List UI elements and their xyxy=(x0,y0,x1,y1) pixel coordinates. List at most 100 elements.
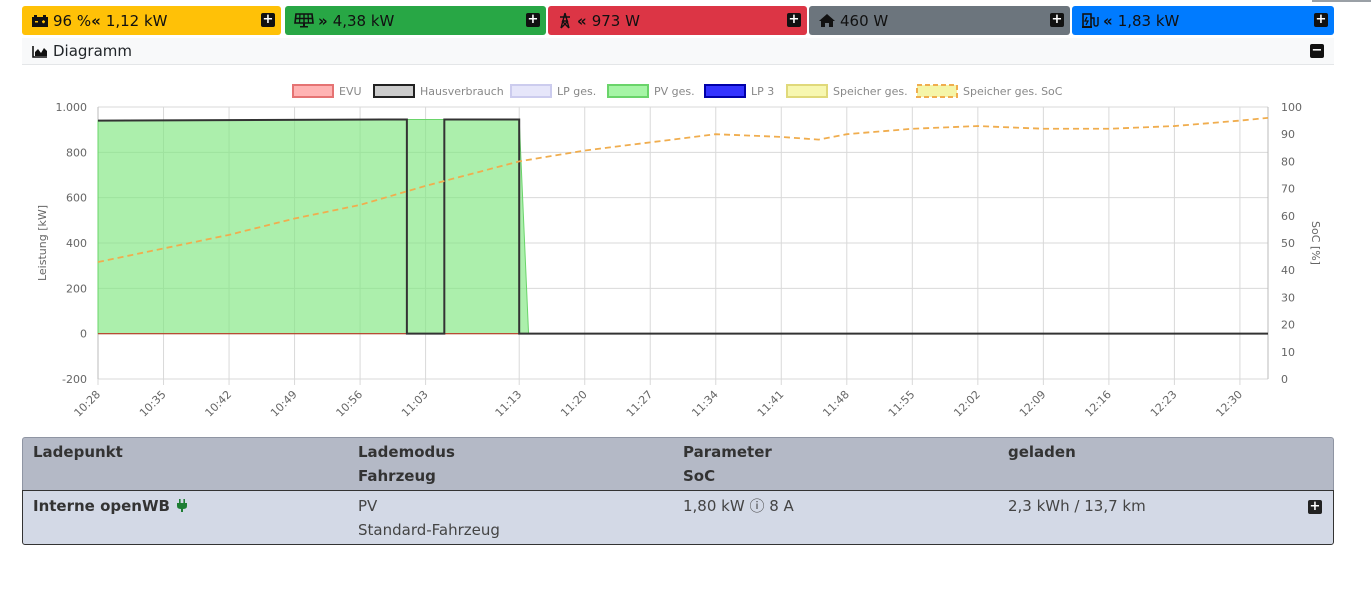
x-tick-label: 11:41 xyxy=(755,388,787,420)
y-tick-label: 600 xyxy=(66,192,87,205)
pv-expand-icon[interactable]: + xyxy=(526,13,540,27)
plug-icon xyxy=(177,499,188,512)
y-tick-label: 1.000 xyxy=(56,101,88,114)
charging-station-icon xyxy=(1081,12,1099,29)
table-header: Ladepunkt Lademodus Fahrzeug Parameter S… xyxy=(22,437,1334,491)
battery-expand-icon[interactable]: + xyxy=(261,13,275,27)
legend-swatch xyxy=(786,84,828,98)
x-tick-label: 10:28 xyxy=(72,388,104,420)
legend-label: LP ges. xyxy=(557,85,596,98)
legend-label: Speicher ges. SoC xyxy=(963,85,1063,98)
row-expand-icon[interactable]: + xyxy=(1308,500,1322,514)
x-tick-label: 11:34 xyxy=(689,388,721,420)
charge-mode: PV xyxy=(358,497,378,515)
x-tick-label: 12:09 xyxy=(1017,388,1049,420)
power-pylon-icon xyxy=(557,12,573,29)
header-soc: SoC xyxy=(683,467,716,485)
chargepoint-name: Interne openWB xyxy=(33,494,188,518)
battery-direction: « xyxy=(91,11,101,30)
battery-icon xyxy=(31,14,49,28)
diagram-title: Diagramm xyxy=(32,42,132,60)
y2-tick-label: 10 xyxy=(1281,346,1295,359)
legend-swatch xyxy=(510,84,552,98)
y2-tick-label: 30 xyxy=(1281,291,1295,304)
y2-tick-label: 80 xyxy=(1281,155,1295,168)
y2-tick-label: 60 xyxy=(1281,210,1295,223)
x-tick-label: 10:49 xyxy=(268,388,300,420)
legend-label: EVU xyxy=(339,85,362,98)
charged-amount: 2,3 kWh / 13,7 km xyxy=(1008,497,1146,515)
battery-soc: 96 % xyxy=(53,11,92,30)
battery-power: 1,12 kW xyxy=(105,11,168,30)
table-row[interactable]: Interne openWB PV Standard-Fahrzeug 1,80… xyxy=(22,490,1334,545)
battery-tile[interactable]: 96 % « 1,12 kW + xyxy=(22,6,281,35)
diagram-title-text: Diagramm xyxy=(53,42,133,60)
x-tick-label: 11:55 xyxy=(886,388,918,420)
y2-tick-label: 50 xyxy=(1281,237,1295,250)
legend-swatch xyxy=(704,84,746,98)
x-tick-label: 11:13 xyxy=(493,388,525,420)
legend-label: LP 3 xyxy=(751,85,774,98)
chargepoint-name-text: Interne openWB xyxy=(33,497,170,515)
solar-panel-icon xyxy=(294,13,314,28)
y2-tick-label: 70 xyxy=(1281,183,1295,196)
legend-swatch xyxy=(292,84,334,98)
legend-swatch xyxy=(607,84,649,98)
charge-parameters: 1,80 kW ⓘ 8 A xyxy=(683,497,794,515)
header-parameter: Parameter xyxy=(683,443,772,461)
top-border xyxy=(1312,0,1371,2)
y-axis-title: Leistung [kW] xyxy=(36,205,49,281)
chargepoint-direction: « xyxy=(1103,11,1113,30)
x-tick-label: 12:02 xyxy=(951,388,983,420)
header-ladepunkt: Ladepunkt xyxy=(33,443,123,461)
y2-tick-label: 40 xyxy=(1281,264,1295,277)
header-fahrzeug: Fahrzeug xyxy=(358,467,436,485)
x-tick-label: 10:42 xyxy=(203,388,235,420)
x-tick-label: 10:35 xyxy=(137,388,169,420)
pv-tile[interactable]: » 4,38 kW + xyxy=(285,6,546,35)
x-tick-label: 12:23 xyxy=(1148,388,1180,420)
x-tick-label: 10:56 xyxy=(334,388,366,420)
house-expand-icon[interactable]: + xyxy=(1050,13,1064,27)
y2-axis-title: SoC [%] xyxy=(1309,221,1322,265)
y-tick-label: 800 xyxy=(66,146,87,159)
grid-expand-icon[interactable]: + xyxy=(787,13,801,27)
home-icon xyxy=(818,13,836,28)
y2-tick-label: 20 xyxy=(1281,319,1295,332)
x-tick-label: 12:16 xyxy=(1082,388,1114,420)
chart-container: 1.000 800 600 400 200 0 -200 100 90 80 70 60 50 40 30 2… xyxy=(22,66,1334,436)
grid-direction: « xyxy=(577,11,587,30)
chargepoint-expand-icon[interactable]: + xyxy=(1314,13,1328,27)
y-tick-label: 0 xyxy=(80,328,87,341)
grid-tile[interactable]: « 973 W + xyxy=(548,6,807,35)
y2-tick-label: 90 xyxy=(1281,128,1295,141)
x-tick-label: 11:03 xyxy=(399,388,431,420)
y-tick-label: 400 xyxy=(66,237,87,250)
house-tile[interactable]: 460 W + xyxy=(809,6,1070,35)
legend-label: Speicher ges. xyxy=(833,85,908,98)
y-tick-label: 200 xyxy=(66,282,87,295)
chargepoint-tile[interactable]: « 1,83 kW + xyxy=(1072,6,1334,35)
header-geladen: geladen xyxy=(1008,443,1076,461)
series-pv-area xyxy=(97,118,1268,335)
header-lademodus: Lademodus xyxy=(358,443,455,461)
chargepoint-power: 1,83 kW xyxy=(1117,11,1180,30)
house-power: 460 W xyxy=(840,11,889,30)
legend-swatch xyxy=(373,84,415,98)
pv-power: 4,38 kW xyxy=(332,11,395,30)
vehicle-name: Standard-Fahrzeug xyxy=(358,521,500,539)
collapse-icon[interactable]: − xyxy=(1310,44,1324,58)
diagram-header[interactable]: Diagramm − xyxy=(22,38,1334,65)
pv-direction: » xyxy=(318,11,328,30)
power-chart: 1.0008006004002000-200100908070605040302… xyxy=(36,84,1322,420)
x-tick-label: 11:20 xyxy=(558,388,590,420)
x-tick-label: 11:48 xyxy=(820,388,852,420)
x-tick-label: 12:30 xyxy=(1213,388,1245,420)
grid-power: 973 W xyxy=(591,11,640,30)
legend-swatch xyxy=(916,84,958,98)
area-chart-icon xyxy=(32,45,47,58)
y2-tick-label: 0 xyxy=(1281,373,1288,386)
y-tick-label: -200 xyxy=(62,373,87,386)
legend-label: PV ges. xyxy=(654,85,695,98)
status-tiles: 96 % « 1,12 kW + » 4,38 kW + « 973 W + 4… xyxy=(22,6,1334,35)
